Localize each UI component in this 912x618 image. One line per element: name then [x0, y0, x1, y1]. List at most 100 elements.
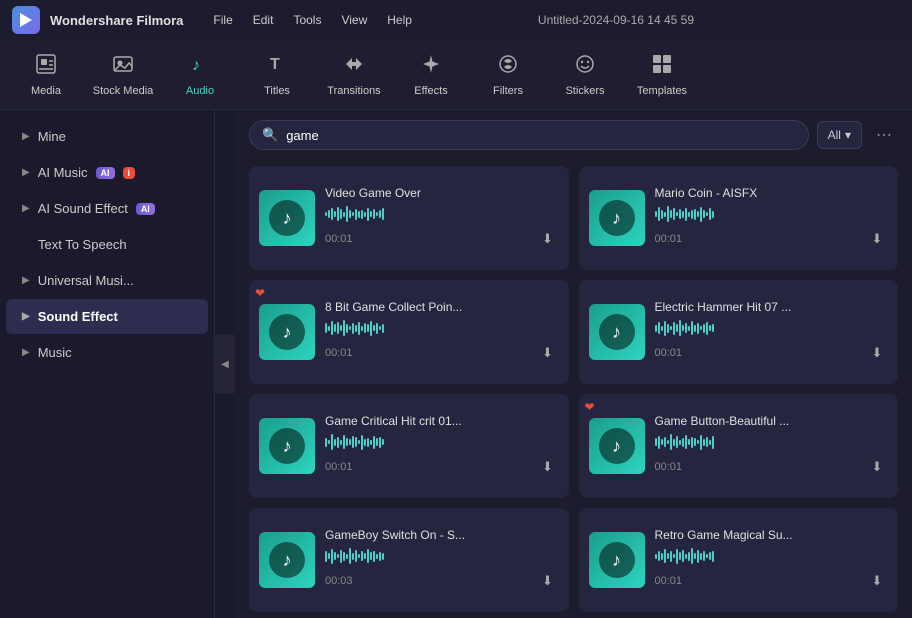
wave-bar: [697, 323, 699, 334]
sidebar-universal-label: Universal Musi...: [38, 273, 134, 288]
menu-view[interactable]: View: [341, 13, 367, 27]
toolbar-stock-media[interactable]: Stock Media: [87, 46, 159, 104]
wave-bar: [709, 325, 711, 331]
audio-card-mario-coin[interactable]: ♪ Mario Coin - AISFX 00:01 ⬇: [579, 166, 899, 270]
wave-bar: [340, 550, 342, 563]
audio-thumb-electric: ♪: [589, 304, 645, 360]
heart-badge: ❤: [255, 286, 265, 300]
universal-music-arrow: ▶: [22, 275, 30, 286]
audio-waveform: [655, 318, 889, 338]
media-icon: [35, 53, 57, 81]
wave-bar: [664, 321, 666, 336]
download-icon[interactable]: ⬇: [537, 342, 559, 364]
audio-card-gameboy-switch[interactable]: ♪ GameBoy Switch On - S... 00:03 ⬇: [249, 508, 569, 612]
audio-card-video-game-over[interactable]: ♪ Video Game Over 00:01 ⬇: [249, 166, 569, 270]
audio-info-8bit: 8 Bit Game Collect Poin... 00:01 ⬇: [325, 300, 559, 364]
sidebar-item-ai-sound-effect[interactable]: ▶ AI Sound Effect AI: [6, 191, 208, 226]
menu-tools[interactable]: Tools: [293, 13, 321, 27]
app-name: Wondershare Filmora: [50, 13, 183, 28]
wave-bar: [379, 437, 381, 448]
toolbar-titles[interactable]: T Titles: [241, 46, 313, 104]
wave-bar: [331, 434, 333, 450]
download-icon[interactable]: ⬇: [537, 228, 559, 250]
wave-bar: [685, 435, 687, 449]
download-icon[interactable]: ⬇: [537, 570, 559, 592]
wave-bar: [703, 324, 705, 333]
wave-bar: [355, 209, 357, 220]
toolbar-filters-label: Filters: [493, 85, 523, 97]
wave-bar: [343, 212, 345, 217]
mine-arrow: ▶: [22, 131, 30, 142]
sidebar-item-universal-music[interactable]: ▶ Universal Musi...: [6, 263, 208, 298]
download-icon[interactable]: ⬇: [866, 570, 888, 592]
wave-bar: [352, 553, 354, 560]
sidebar-ai-music-label: AI Music: [38, 165, 88, 180]
toolbar-media[interactable]: Media: [10, 46, 82, 104]
sidebar-item-mine[interactable]: ▶ Mine: [6, 119, 208, 154]
audio-title: 8 Bit Game Collect Poin...: [325, 300, 559, 314]
wave-bar: [676, 212, 678, 216]
audio-card-game-critical-hit[interactable]: ♪ Game Critical Hit crit 01... 00:01 ⬇: [249, 394, 569, 498]
download-icon[interactable]: ⬇: [866, 456, 888, 478]
wave-bar: [382, 324, 384, 333]
sidebar-item-music[interactable]: ▶ Music: [6, 335, 208, 370]
toolbar-templates[interactable]: Templates: [626, 46, 698, 104]
sidebar-music-label: Music: [38, 345, 72, 360]
toolbar-stickers[interactable]: Stickers: [549, 46, 621, 104]
toolbar-audio-label: Audio: [186, 85, 214, 97]
wave-bar: [331, 549, 333, 564]
toolbar-audio[interactable]: ♪ Audio: [164, 46, 236, 104]
wave-bar: [655, 325, 657, 332]
audio-waveform: [325, 318, 559, 338]
sidebar-item-ai-music[interactable]: ▶ AI Music AI i: [6, 155, 208, 190]
wave-bar: [346, 554, 348, 559]
search-icon: 🔍: [262, 127, 278, 143]
sidebar-item-text-to-speech[interactable]: Text To Speech: [6, 227, 208, 262]
audio-card-electric-hammer[interactable]: ♪ Electric Hammer Hit 07 ... 00:01 ⬇: [579, 280, 899, 384]
wave-bar: [379, 210, 381, 218]
app-logo: [12, 6, 40, 34]
filter-dropdown[interactable]: All ▾: [817, 121, 862, 149]
audio-card-retro-game[interactable]: ♪ Retro Game Magical Su... 00:01 ⬇: [579, 508, 899, 612]
sidebar-collapse-button[interactable]: ◀: [215, 334, 235, 394]
wave-bar: [712, 211, 714, 218]
filters-icon: [497, 53, 519, 81]
audio-thumb-critical: ♪: [259, 418, 315, 474]
wave-bar: [667, 553, 669, 559]
download-icon[interactable]: ⬇: [866, 342, 888, 364]
download-icon[interactable]: ⬇: [537, 456, 559, 478]
sidebar-tts-label: Text To Speech: [38, 237, 127, 252]
toolbar-filters[interactable]: Filters: [472, 46, 544, 104]
svg-text:♪: ♪: [192, 57, 200, 74]
wave-bar: [376, 323, 378, 334]
wave-bar: [676, 549, 678, 564]
more-options-button[interactable]: ⋯: [870, 121, 898, 149]
toolbar-transitions[interactable]: Transitions: [318, 46, 390, 104]
wave-bar: [337, 437, 339, 448]
audio-duration: 00:01: [655, 575, 683, 587]
toolbar-effects[interactable]: Effects: [395, 46, 467, 104]
download-icon[interactable]: ⬇: [866, 228, 888, 250]
wave-bar: [370, 211, 372, 217]
menu-file[interactable]: File: [213, 13, 232, 27]
audio-duration: 00:03: [325, 575, 353, 587]
menu-help[interactable]: Help: [387, 13, 412, 27]
wave-bar: [340, 209, 342, 219]
sidebar-item-sound-effect[interactable]: ▶ Sound Effect: [6, 299, 208, 334]
wave-bar: [688, 212, 690, 217]
audio-card-8bit-collect[interactable]: ❤ ♪ 8 Bit Game Collect Poin... 00:01 ⬇: [249, 280, 569, 384]
wave-bar: [364, 212, 366, 217]
wave-bar: [706, 322, 708, 335]
wave-bar: [658, 207, 660, 221]
main-area: ▶ Mine ▶ AI Music AI i ▶ AI Sound Effect…: [0, 110, 912, 618]
wave-bar: [667, 440, 669, 444]
wave-bar: [328, 210, 330, 218]
audio-info-gameboy: GameBoy Switch On - S... 00:03 ⬇: [325, 528, 559, 592]
search-input[interactable]: [286, 128, 795, 143]
wave-bar: [343, 435, 345, 449]
audio-meta: 00:01 ⬇: [325, 456, 559, 478]
audio-duration: 00:01: [325, 233, 353, 245]
menu-edit[interactable]: Edit: [253, 13, 274, 27]
audio-card-game-button[interactable]: ❤ ♪ Game Button-Beautiful ... 00:01 ⬇: [579, 394, 899, 498]
audio-title: Mario Coin - AISFX: [655, 186, 889, 200]
